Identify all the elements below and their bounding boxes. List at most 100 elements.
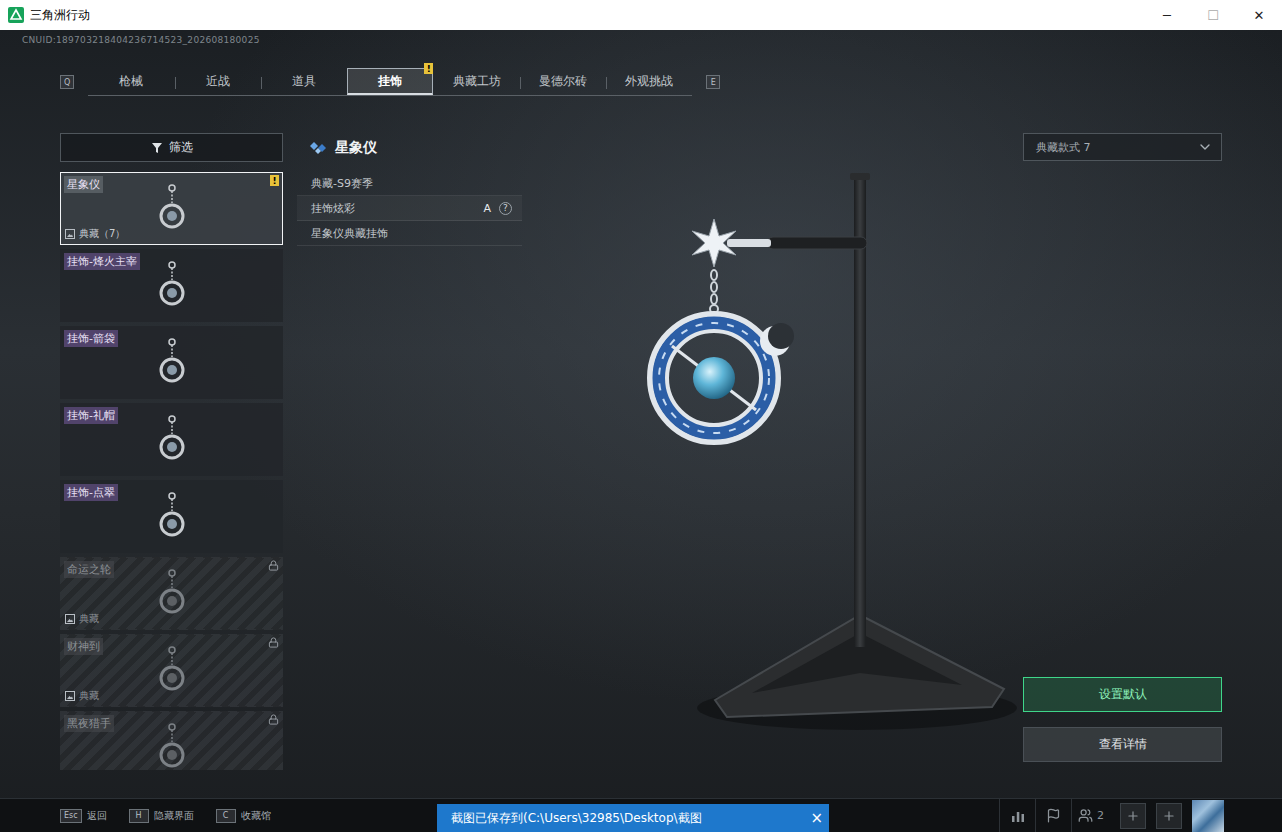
window-title: 三角洲行动 [30, 7, 90, 24]
collection-icon [65, 614, 75, 624]
title-bar: 三角洲行动 ─☐✕ [0, 0, 1282, 30]
item-name: 挂饰-点翠 [64, 484, 118, 501]
collection-icon [65, 229, 75, 239]
action-button[interactable]: 设置默认 [1023, 677, 1222, 712]
tab[interactable]: 道具 [261, 68, 347, 95]
item-card[interactable]: 挂饰-烽火主宰 [60, 249, 283, 322]
stats-button[interactable] [999, 799, 1035, 832]
flag-icon [1046, 808, 1061, 823]
window-control-button[interactable]: ✕ [1236, 0, 1282, 30]
charm-chain [710, 270, 718, 313]
charm-thumbnail-icon [154, 260, 190, 312]
toast-close-button[interactable]: × [810, 811, 823, 826]
tab[interactable]: 近战 [175, 68, 261, 95]
tab[interactable]: 外观挑战 [606, 68, 692, 95]
charm-thumbnail-icon [154, 645, 190, 697]
key-hints: Esc返回 H隐藏界面 C收藏馆 [60, 809, 271, 823]
item-corner [268, 637, 279, 648]
item-name: 挂饰-箭袋 [64, 330, 118, 347]
window-control-button[interactable]: ─ [1144, 0, 1190, 30]
item-corner: ! [270, 175, 279, 186]
main-row: 筛选星象仪!典藏（7）挂饰-烽火主宰挂饰-箭袋挂饰-礼帽挂饰-点翠命运之轮典藏财… [0, 133, 1282, 798]
plus-icon [1126, 809, 1140, 823]
action-panel: 典藏款式 7 设置默认查看详情 [1023, 133, 1222, 770]
charm-thumbnail-icon [154, 414, 190, 466]
charm-thumbnail-icon [154, 183, 190, 235]
toolbar: 2 [999, 799, 1282, 832]
tab[interactable]: 典藏工坊 [433, 68, 519, 95]
charm-display[interactable] [522, 133, 1023, 770]
tab-badge: ! [424, 63, 433, 74]
window-control-button[interactable]: ☐ [1190, 0, 1236, 30]
help-button[interactable]: ? [499, 202, 512, 215]
add-button[interactable] [1156, 803, 1182, 829]
item-corner [268, 560, 279, 571]
item-thumbnail [154, 558, 190, 629]
screenshot-toast: 截图已保存到(C:\Users\32985\Desktop\截图× [437, 804, 829, 832]
item-card[interactable]: 挂饰-礼帽 [60, 403, 283, 476]
item-thumbnail [154, 712, 190, 770]
add-button[interactable] [1120, 803, 1146, 829]
plus-icon [1162, 809, 1176, 823]
item-corner [268, 714, 279, 725]
users-icon [1078, 808, 1093, 823]
collection-icon [65, 691, 75, 701]
chevron-down-icon [1197, 139, 1213, 155]
player-avatar[interactable] [1192, 800, 1224, 832]
item-name: 命运之轮 [64, 561, 114, 578]
action-button[interactable]: 查看详情 [1023, 727, 1222, 762]
orb [693, 357, 735, 399]
party-button[interactable]: 2 [1071, 799, 1110, 832]
app-logo-icon [8, 7, 24, 23]
item-thumbnail [154, 250, 190, 321]
lock-icon [268, 637, 279, 648]
charm-thumbnail-icon [154, 337, 190, 389]
item-name: 财神到 [64, 638, 103, 655]
item-sub: 典藏 [65, 689, 154, 703]
detail-row: 星象仪典藏挂饰 [297, 221, 522, 246]
item-card[interactable]: 财神到典藏 [60, 634, 283, 707]
key-hint[interactable]: Esc返回 [60, 809, 107, 823]
item-thumbnail [154, 173, 190, 244]
preview-stage [522, 133, 1023, 770]
app-window: 三角洲行动 ─☐✕CNUID:189703218404236714523_2026… [0, 0, 1282, 832]
item-card[interactable]: 挂饰-点翠 [60, 480, 283, 553]
lock-icon [268, 560, 279, 571]
tab[interactable]: 枪械 [88, 68, 174, 95]
tab[interactable]: 挂饰! [347, 68, 433, 95]
lock-icon [268, 714, 279, 725]
item-badge: ! [270, 175, 279, 186]
style-dropdown[interactable]: 典藏款式 7 [1023, 133, 1222, 161]
detail-value: A? [483, 202, 512, 215]
tab-bar: Q 枪械近战道具挂饰!典藏工坊曼德尔砖外观挑战 E [0, 68, 1282, 96]
stats-chart-icon [1010, 808, 1026, 824]
game-area: CNUID:189703218404236714523_202608180025… [0, 30, 1282, 832]
charm-thumbnail-icon [154, 491, 190, 543]
item-name: 星象仪 [64, 176, 103, 193]
item-card[interactable]: 星象仪!典藏（7） [60, 172, 283, 245]
star-icon [692, 219, 736, 267]
hint-key: Esc [60, 809, 82, 823]
tab[interactable]: 曼德尔砖 [520, 68, 606, 95]
item-card[interactable]: 挂饰-箭袋 [60, 326, 283, 399]
tabs: 枪械近战道具挂饰!典藏工坊曼德尔砖外观挑战 [88, 68, 692, 96]
item-thumbnail [154, 327, 190, 398]
uid-text: CNUID:189703218404236714523_202608180025 [0, 30, 1282, 49]
item-card[interactable]: 黑夜猎手 [60, 711, 283, 770]
window-controls: ─☐✕ [1144, 0, 1282, 30]
filter-button[interactable]: 筛选 [60, 133, 283, 162]
detail-panel: 星象仪典藏-S9赛季挂饰炫彩A?星象仪典藏挂饰 [297, 133, 522, 770]
item-card[interactable]: 命运之轮典藏 [60, 557, 283, 630]
item-name: 挂饰-礼帽 [64, 407, 118, 424]
item-thumbnail [154, 481, 190, 552]
charm-thumbnail-icon [154, 722, 190, 771]
prev-tab-key[interactable]: Q [60, 75, 74, 89]
item-list: 星象仪!典藏（7）挂饰-烽火主宰挂饰-箭袋挂饰-礼帽挂饰-点翠命运之轮典藏财神到… [60, 172, 283, 770]
key-hint[interactable]: H隐藏界面 [129, 809, 194, 823]
detail-row: 典藏-S9赛季 [297, 171, 522, 196]
astrolabe-ring [650, 314, 794, 442]
flag-button[interactable] [1035, 799, 1071, 832]
key-hint[interactable]: C收藏馆 [216, 809, 271, 823]
next-tab-key[interactable]: E [706, 75, 720, 89]
detail-title: 星象仪 [297, 133, 522, 163]
